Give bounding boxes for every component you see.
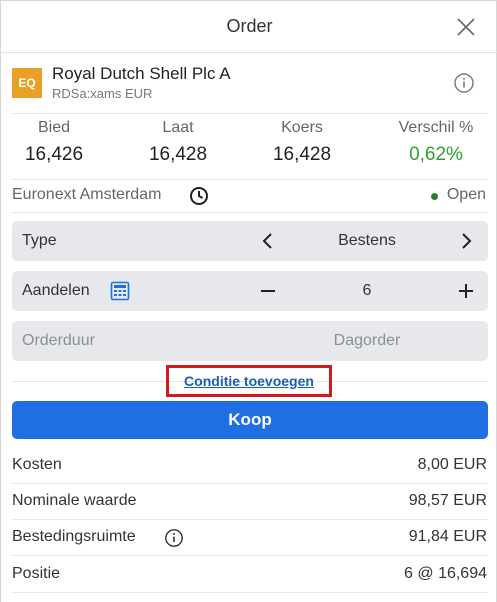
- quote-last: Koers 16,428: [260, 119, 344, 166]
- clock-icon[interactable]: [189, 186, 209, 206]
- quote-label: Laat: [162, 119, 194, 136]
- quote-value: 16,428: [148, 144, 208, 165]
- condition-highlight: Conditie toevoegen: [166, 365, 332, 397]
- close-icon[interactable]: [456, 17, 476, 37]
- summary-row-buying-power: Bestedingsruimte 91,84 EUR: [12, 520, 488, 556]
- market-info: Euronext Amsterdam Open: [12, 184, 488, 208]
- chevron-left-icon[interactable]: [256, 229, 280, 253]
- quote-value: 0,62%: [409, 144, 463, 165]
- summary-value: 6 @ 16,694: [404, 565, 487, 582]
- shares-value[interactable]: 6: [312, 282, 422, 300]
- quote-ask: Laat 16,428: [136, 119, 220, 166]
- calculator-icon[interactable]: [110, 281, 130, 301]
- instrument-symbol: RDSa:xams EUR: [52, 86, 153, 101]
- order-duration-field[interactable]: Orderduur Dagorder: [12, 321, 488, 361]
- shares-stepper[interactable]: Aandelen 6: [12, 271, 488, 311]
- summary-value: 8,00 EUR: [417, 456, 487, 473]
- summary-label: Bestedingsruimte: [12, 528, 136, 545]
- shares-label: Aandelen: [22, 282, 90, 299]
- summary-row-costs: Kosten 8,00 EUR: [12, 448, 488, 484]
- summary-label: Kosten: [12, 456, 62, 473]
- quote-bid: Bied 16,426: [12, 119, 96, 166]
- quote-value: 16,428: [272, 144, 332, 165]
- order-type-selector[interactable]: Type Bestens: [12, 221, 488, 261]
- buy-button[interactable]: Koop: [12, 401, 488, 439]
- order-type-value: Bestens: [338, 232, 396, 249]
- info-icon[interactable]: [453, 72, 475, 94]
- quote-label: Bied: [37, 119, 71, 136]
- divider: [12, 179, 488, 180]
- quote-change: Verschil % 0,62%: [386, 119, 486, 166]
- summary-row-nominal-value: Nominale waarde 98,57 EUR: [12, 484, 488, 520]
- chevron-right-icon[interactable]: [454, 229, 478, 253]
- market-status-dot: [431, 193, 438, 200]
- minus-icon[interactable]: [256, 279, 280, 303]
- quote-value: 16,426: [24, 144, 84, 165]
- add-condition-link[interactable]: Conditie toevoegen: [169, 373, 329, 389]
- order-type-label: Type: [22, 232, 57, 249]
- plus-icon[interactable]: [454, 279, 478, 303]
- panel-title: Order: [226, 16, 273, 36]
- instrument-name: Royal Dutch Shell Plc A: [52, 64, 231, 83]
- summary-row-position: Positie 6 @ 16,694: [12, 557, 488, 593]
- summary-value: 91,84 EUR: [408, 528, 487, 545]
- order-panel: Order EQ Royal Dutch Shell Plc A RDSa:xa…: [0, 0, 497, 602]
- order-duration-value: Dagorder: [333, 332, 401, 349]
- exchange-name: Euronext Amsterdam: [12, 186, 162, 203]
- info-icon[interactable]: [164, 528, 184, 548]
- divider: [12, 212, 488, 213]
- panel-header: Order: [1, 1, 497, 53]
- market-status: Open: [446, 186, 486, 203]
- divider: [12, 113, 488, 114]
- quote-label: Verschil %: [398, 119, 474, 136]
- summary-label: Positie: [12, 565, 61, 582]
- quote-table: Bied 16,426 Laat 16,428 Koers 16,428 Ver…: [12, 119, 488, 175]
- summary-label: Nominale waarde: [12, 492, 137, 509]
- order-duration-label: Orderduur: [22, 332, 95, 349]
- instrument-type-badge: EQ: [12, 68, 42, 98]
- instrument-info: EQ Royal Dutch Shell Plc A RDSa:xams EUR: [12, 62, 488, 106]
- summary-value: 98,57 EUR: [408, 492, 487, 509]
- quote-label: Koers: [281, 119, 323, 136]
